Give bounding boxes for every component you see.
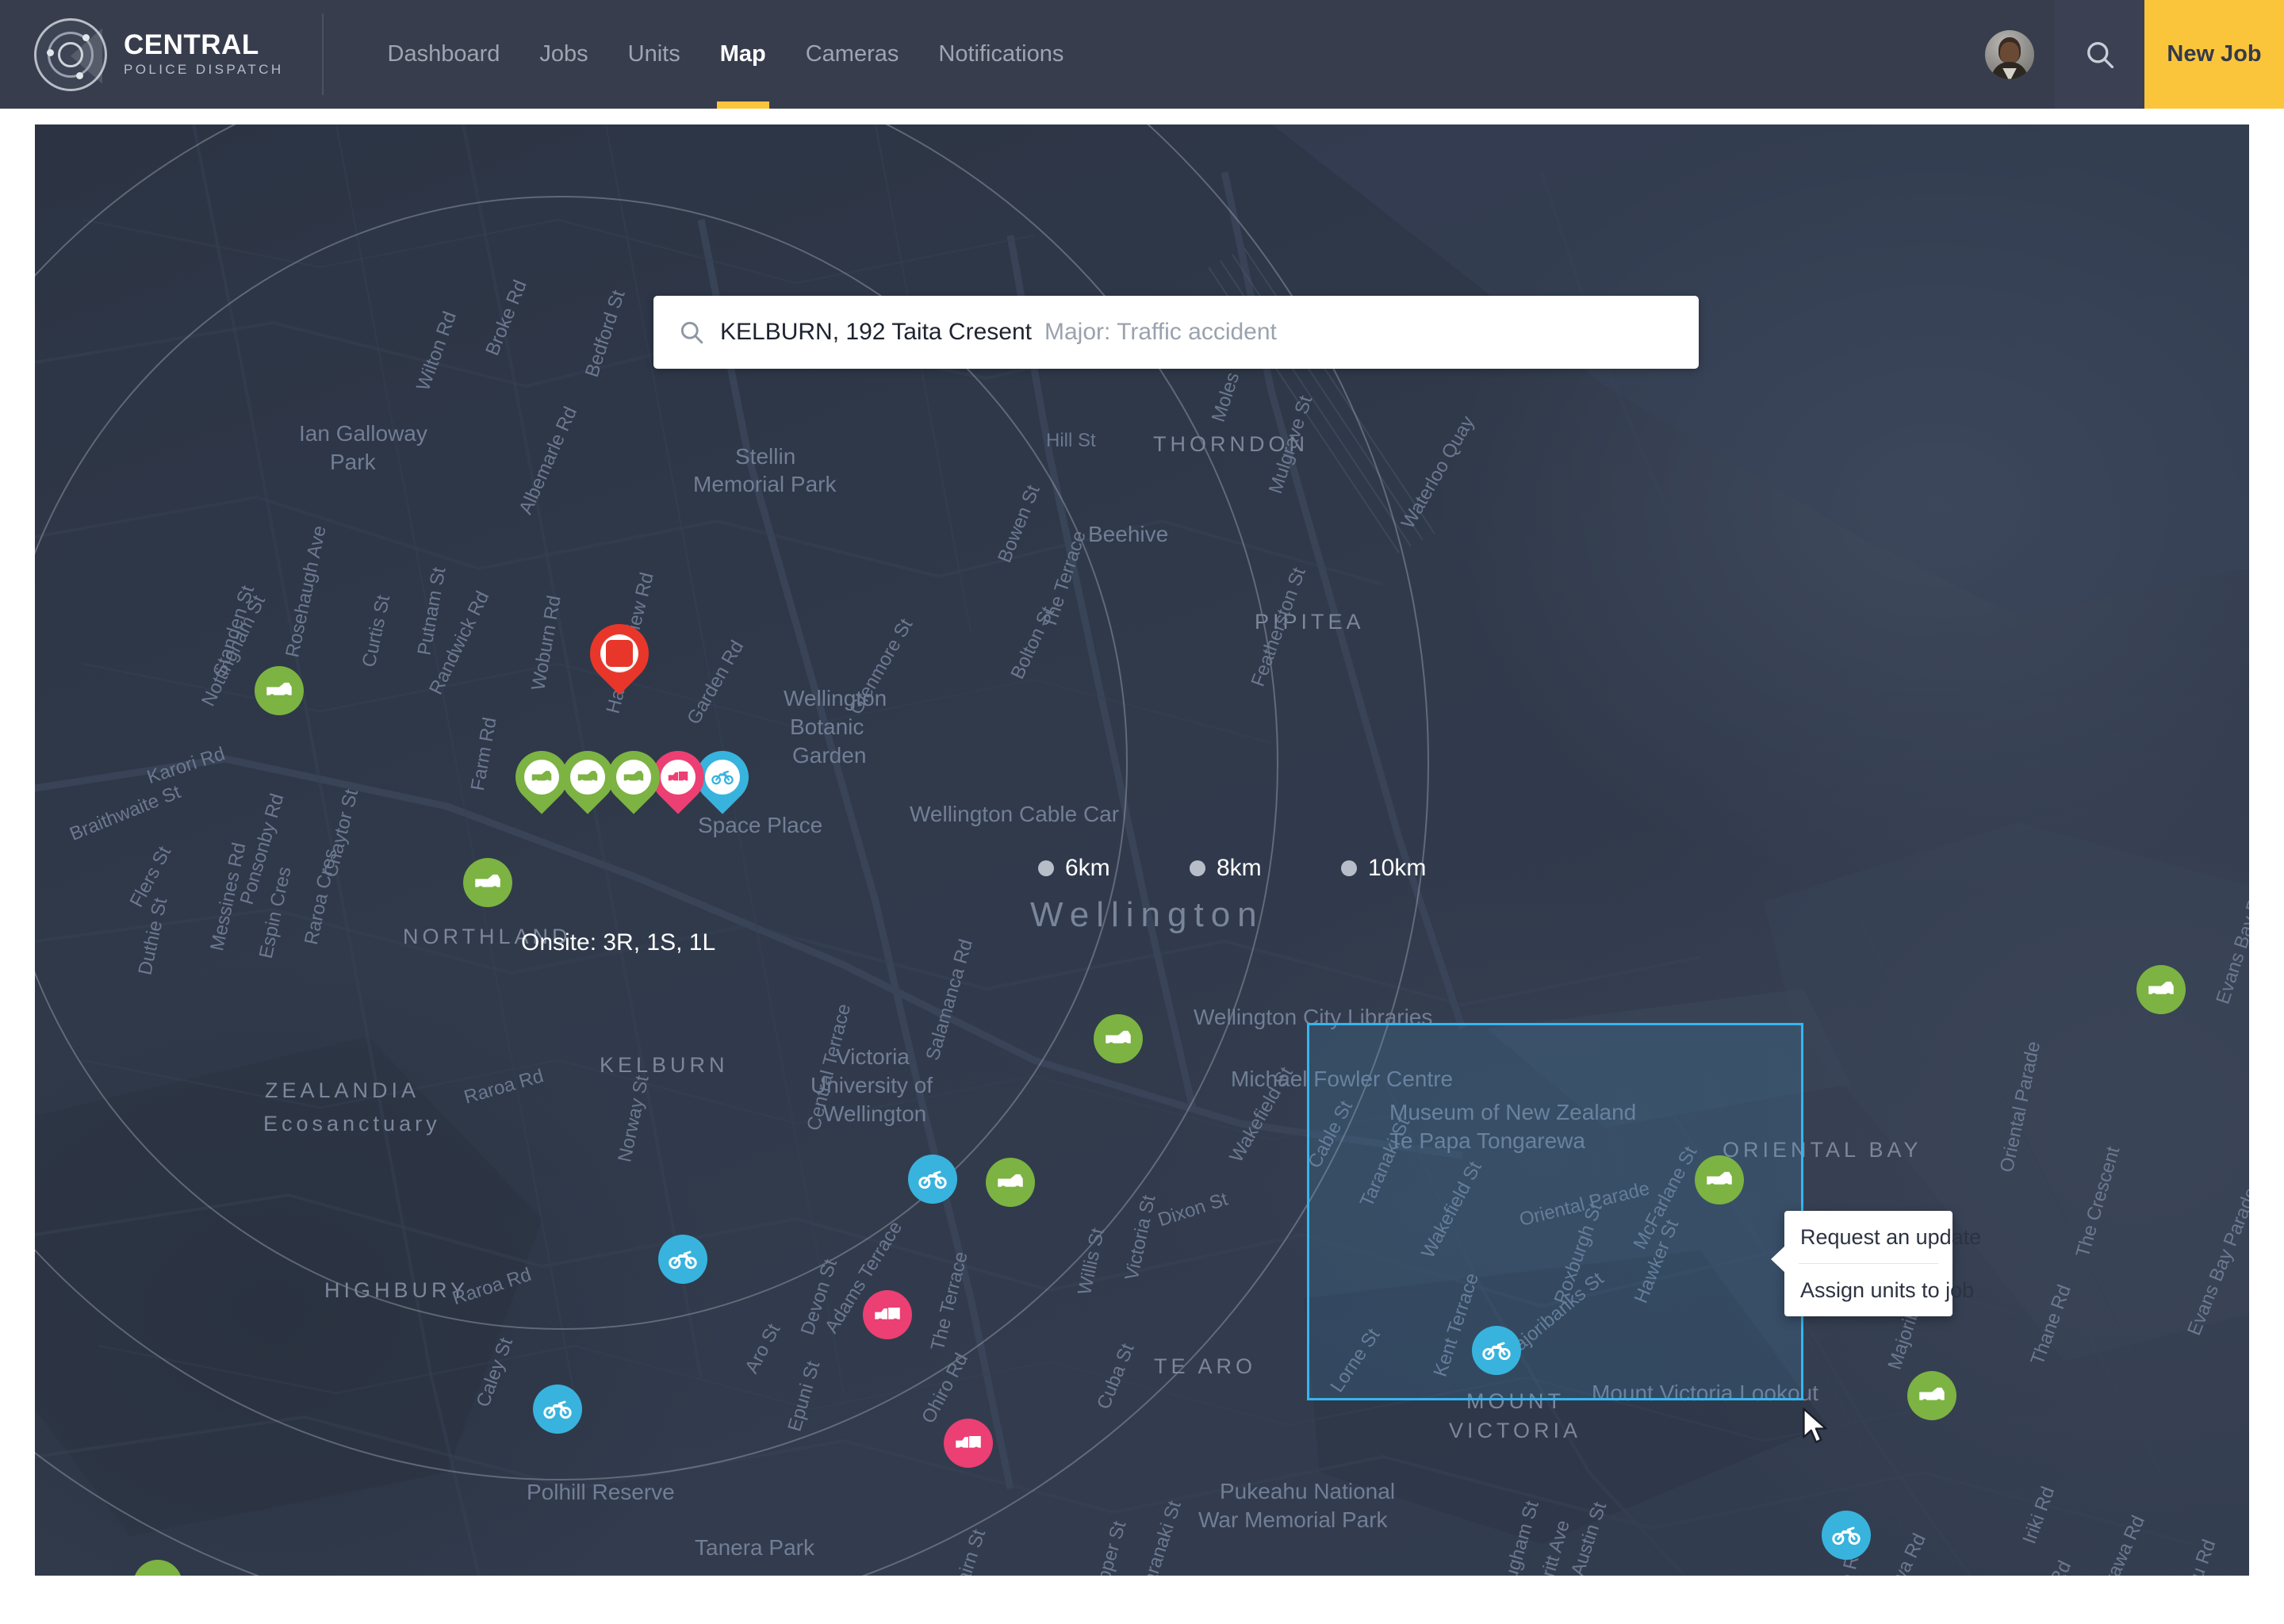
motorcycle-icon — [711, 770, 734, 785]
map-scale-tick: 10km — [1341, 855, 1426, 882]
map-canvas[interactable]: THORNDON PIPITEA NORTHLAND KELBURN HIGHBURY T… — [35, 124, 2249, 1576]
unit-marker-van[interactable] — [1907, 1371, 1956, 1420]
cluster-pin-van[interactable] — [504, 740, 579, 821]
truck-icon — [668, 772, 688, 784]
scale-tick-label: 8km — [1217, 855, 1262, 881]
brand-subtitle: POLICE DISPATCH — [124, 62, 284, 78]
header-actions: New Job — [1964, 0, 2284, 109]
nav-item-notifications[interactable]: Notifications — [918, 0, 1083, 109]
van-icon — [475, 874, 500, 892]
van-icon — [577, 771, 598, 784]
pin-icon-holder — [705, 760, 740, 795]
search-icon — [680, 321, 703, 344]
unit-marker-truck[interactable] — [944, 1419, 993, 1468]
motorcycle-icon — [669, 1251, 697, 1270]
cluster-pin-van[interactable] — [550, 740, 625, 821]
scale-tick-label: 10km — [1368, 855, 1427, 881]
cluster-pin-van[interactable] — [596, 740, 671, 821]
van-icon — [1106, 1030, 1131, 1048]
unit-marker-van[interactable] — [2136, 965, 2186, 1014]
pin-icon-holder — [616, 760, 651, 795]
unit-marker-truck[interactable] — [863, 1290, 912, 1339]
motorcycle-icon — [543, 1400, 572, 1419]
van-icon — [531, 771, 552, 784]
brand-logo[interactable]: CENTRAL POLICE DISPATCH — [0, 17, 284, 91]
nav-item-jobs[interactable]: Jobs — [519, 0, 607, 109]
unit-marker-motorcycle[interactable] — [908, 1155, 957, 1204]
context-menu[interactable]: Request an update Assign units to job — [1771, 1211, 1981, 1316]
app-header: CENTRAL POLICE DISPATCH Dashboard Jobs U… — [0, 0, 2284, 109]
search-input-value[interactable]: KELBURN, 192 Taita Cresent — [720, 319, 1032, 346]
search-icon — [2087, 41, 2113, 68]
unit-marker-motorcycle[interactable] — [658, 1235, 707, 1284]
truck-icon — [956, 1436, 981, 1453]
unit-marker-van[interactable] — [1094, 1014, 1143, 1063]
brand-title: CENTRAL — [124, 29, 259, 60]
van-icon — [623, 771, 644, 784]
search-button[interactable] — [2055, 0, 2144, 109]
incident-pin[interactable] — [577, 611, 661, 703]
unit-marker-motorcycle[interactable] — [533, 1385, 582, 1434]
context-menu-item-request-update[interactable]: Request an update — [1784, 1211, 1981, 1263]
unit-marker-van[interactable] — [986, 1158, 1035, 1207]
context-menu-arrow — [1771, 1246, 1785, 1273]
unit-marker-van[interactable] — [463, 858, 512, 907]
van-icon — [1707, 1171, 1732, 1189]
avatar[interactable] — [1964, 0, 2055, 109]
scale-tick-dot — [1341, 860, 1357, 876]
motorcycle-icon — [1482, 1342, 1511, 1361]
van-icon — [1919, 1387, 1945, 1405]
map-scale-tick: 6km — [1038, 855, 1110, 882]
van-icon — [144, 1570, 172, 1576]
search-input-placeholder: Major: Traffic accident — [1044, 319, 1277, 345]
pin-icon-holder — [661, 760, 696, 795]
motorcycle-icon — [1832, 1526, 1861, 1545]
unit-marker-van[interactable] — [1695, 1155, 1744, 1205]
pin-icon-holder — [524, 760, 559, 795]
van-icon — [998, 1174, 1023, 1192]
onsite-status-label: Onsite: 3R, 1S, 1L — [521, 929, 716, 956]
nav-item-units[interactable]: Units — [608, 0, 700, 109]
unit-marker-motorcycle[interactable] — [1472, 1326, 1521, 1375]
truck-icon — [875, 1308, 900, 1324]
main-nav: Dashboard Jobs Units Map Cameras Notific… — [368, 0, 1084, 109]
radar-target-icon — [34, 17, 107, 91]
scale-tick-dot — [1190, 860, 1205, 876]
nav-item-dashboard[interactable]: Dashboard — [368, 0, 520, 109]
van-icon — [266, 682, 292, 700]
van-icon — [2148, 981, 2174, 999]
scale-tick-label: 6km — [1065, 855, 1110, 881]
motorcycle-icon — [918, 1170, 947, 1189]
context-menu-item-assign-units[interactable]: Assign units to job — [1784, 1264, 1974, 1316]
pin-icon-holder — [570, 760, 605, 795]
nav-item-map[interactable]: Map — [700, 0, 786, 109]
unit-marker-motorcycle[interactable] — [1822, 1511, 1871, 1560]
map-search-bar[interactable]: KELBURN, 192 Taita Cresent Major: Traffi… — [653, 296, 1699, 369]
scale-tick-dot — [1038, 860, 1054, 876]
header-divider — [321, 13, 324, 95]
mouse-cursor — [1803, 1408, 1827, 1443]
nav-item-cameras[interactable]: Cameras — [786, 0, 919, 109]
map-scale-tick: 8km — [1190, 855, 1262, 882]
selection-rectangle[interactable] — [1307, 1023, 1803, 1400]
unit-marker-van[interactable] — [255, 666, 304, 715]
new-job-button[interactable]: New Job — [2144, 0, 2284, 109]
